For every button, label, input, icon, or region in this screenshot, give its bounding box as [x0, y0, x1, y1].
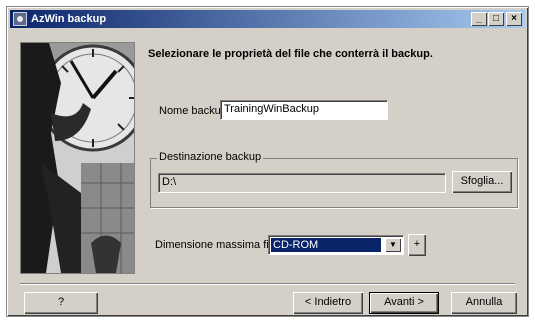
add-size-button[interactable]: + — [408, 234, 426, 256]
wizard-illustration — [20, 42, 135, 274]
title-bar[interactable]: AzWin backup _ □ × — [10, 10, 525, 28]
footer-separator — [20, 283, 515, 285]
close-button[interactable]: × — [506, 12, 522, 26]
max-size-selected: CD-ROM — [271, 238, 381, 252]
clock-illustration — [21, 43, 134, 273]
app-icon — [13, 12, 27, 26]
cancel-button[interactable]: Annulla — [451, 292, 517, 314]
window-title: AzWin backup — [31, 13, 107, 25]
backup-name-label: Nome backup — [159, 105, 227, 117]
wizard-content: Selezionare le proprietà del file che co… — [10, 30, 525, 314]
backup-name-input[interactable]: TrainingWinBackup — [220, 100, 388, 120]
wizard-window: AzWin backup _ □ × Selezionare le propri… — [6, 6, 529, 317]
browse-button[interactable]: Sfoglia... — [452, 171, 512, 193]
destination-group-title: Destinazione backup — [157, 151, 264, 163]
page-heading: Selezionare le proprietà del file che co… — [148, 48, 433, 60]
next-button[interactable]: Avanti > — [369, 292, 439, 314]
destination-path-field[interactable]: D:\ — [158, 173, 446, 193]
help-button[interactable]: ? — [24, 292, 98, 314]
minimize-button[interactable]: _ — [471, 12, 487, 26]
chevron-down-icon[interactable]: ▼ — [385, 238, 401, 252]
back-button[interactable]: < Indietro — [293, 292, 363, 314]
max-size-select[interactable]: CD-ROM ▼ — [268, 235, 404, 255]
max-size-label: Dimensione massima file — [155, 239, 278, 251]
maximize-button[interactable]: □ — [488, 12, 504, 26]
